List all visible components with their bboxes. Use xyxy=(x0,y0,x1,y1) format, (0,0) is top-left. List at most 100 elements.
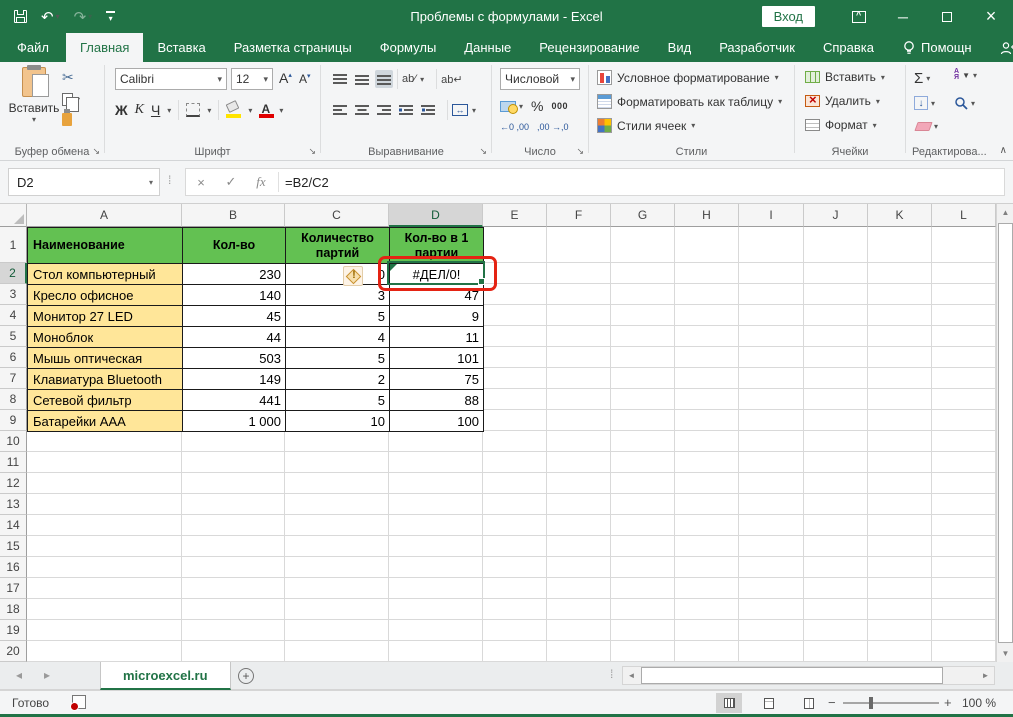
name-box[interactable]: D2▾ xyxy=(8,168,160,196)
formula-bar-grip[interactable]: ⁞ xyxy=(168,173,170,187)
row-header-1[interactable]: 1 xyxy=(0,227,27,263)
zoom-percentage[interactable]: 100 % xyxy=(962,696,996,710)
row-header-4[interactable]: 4 xyxy=(0,305,27,326)
alignment-dialog-launcher[interactable]: ↘ xyxy=(479,146,487,157)
underline-icon[interactable]: Ч xyxy=(151,102,160,118)
orientation-icon[interactable]: ab⁄ xyxy=(402,73,416,85)
align-center-icon[interactable] xyxy=(353,101,371,119)
row-header-18[interactable]: 18 xyxy=(0,599,27,620)
underline-dropdown-icon[interactable]: ▾ xyxy=(167,106,171,115)
conditional-formatting-button[interactable]: Условное форматирование▾ xyxy=(597,70,779,85)
maximize-button[interactable] xyxy=(925,0,969,33)
cell-C8[interactable]: 5 xyxy=(286,390,390,411)
tab-home[interactable]: Главная xyxy=(66,33,143,62)
row-header-14[interactable]: 14 xyxy=(0,515,27,536)
scroll-left-icon[interactable]: ◄ xyxy=(623,667,640,684)
font-dialog-launcher[interactable]: ↘ xyxy=(308,146,316,157)
cell-D9[interactable]: 100 xyxy=(390,411,484,432)
cell-D5[interactable]: 11 xyxy=(390,327,484,348)
tab-share[interactable]: Поделиться xyxy=(986,33,1013,62)
enter-icon[interactable]: ✓ xyxy=(216,174,246,190)
sign-in-button[interactable]: Вход xyxy=(762,6,815,27)
tab-page-layout[interactable]: Разметка страницы xyxy=(220,33,366,62)
column-header-F[interactable]: F xyxy=(547,204,611,227)
column-header-J[interactable]: J xyxy=(804,204,868,227)
row-header-16[interactable]: 16 xyxy=(0,557,27,578)
bold-icon[interactable]: Ж xyxy=(115,102,128,118)
tab-developer[interactable]: Разработчик xyxy=(705,33,809,62)
format-painter-icon[interactable] xyxy=(62,113,72,126)
close-button[interactable]: × xyxy=(969,0,1013,33)
cell-B9[interactable]: 1 000 xyxy=(183,411,286,432)
row-header-13[interactable]: 13 xyxy=(0,494,27,515)
macro-record-icon[interactable] xyxy=(72,695,86,709)
sort-filter-button[interactable]: АЯ ▼ ▾ xyxy=(954,69,977,81)
find-select-button[interactable]: ▾ xyxy=(954,96,975,110)
next-sheet-icon[interactable]: ▸ xyxy=(44,668,50,682)
row-header-11[interactable]: 11 xyxy=(0,452,27,473)
cell-C4[interactable]: 5 xyxy=(286,306,390,327)
horizontal-scrollbar[interactable]: ◄ ► xyxy=(622,666,995,685)
row-header-12[interactable]: 12 xyxy=(0,473,27,494)
column-header-B[interactable]: B xyxy=(182,204,285,227)
borders-icon[interactable] xyxy=(186,103,200,117)
zoom-in-icon[interactable]: + xyxy=(944,695,952,710)
cell-A9[interactable]: Батарейки AAA xyxy=(28,411,183,432)
row-header-15[interactable]: 15 xyxy=(0,536,27,557)
merge-dropdown-icon[interactable]: ▾ xyxy=(472,106,476,115)
normal-view-button[interactable] xyxy=(716,693,742,713)
decrease-font-size-icon[interactable]: А xyxy=(299,72,311,86)
format-cells-button[interactable]: Формат▾ xyxy=(805,118,877,132)
autosum-button[interactable]: Σ▾ xyxy=(914,70,930,87)
align-top-icon[interactable] xyxy=(331,70,349,88)
cell-styles-button[interactable]: Стили ячеек▾ xyxy=(597,118,695,133)
font-color-dropdown-icon[interactable]: ▾ xyxy=(279,106,283,115)
row-header-8[interactable]: 8 xyxy=(0,389,27,410)
page-break-view-button[interactable] xyxy=(796,693,822,713)
cell-D4[interactable]: 9 xyxy=(390,306,484,327)
row-header-20[interactable]: 20 xyxy=(0,641,27,662)
cell-A7[interactable]: Клавиатура Bluetooth xyxy=(28,369,183,390)
row-header-6[interactable]: 6 xyxy=(0,347,27,368)
percent-style-icon[interactable]: % xyxy=(531,98,543,114)
accounting-format-button[interactable]: ▾ xyxy=(500,101,523,112)
column-header-D[interactable]: D xyxy=(389,204,483,227)
orientation-dropdown-icon[interactable]: ▾ xyxy=(420,75,424,84)
cell-C5[interactable]: 4 xyxy=(286,327,390,348)
font-size-dropdown-icon[interactable]: ▾ xyxy=(263,74,268,85)
cell-C2[interactable]: 0 xyxy=(286,264,390,285)
minimize-button[interactable]: ─ xyxy=(881,0,925,33)
decrease-indent-icon[interactable] xyxy=(397,101,415,119)
zoom-slider-handle[interactable] xyxy=(869,697,873,709)
formula-field[interactable]: × ✓ fx =B2/C2 xyxy=(185,168,1005,196)
row-header-19[interactable]: 19 xyxy=(0,620,27,641)
cell-D8[interactable]: 88 xyxy=(390,390,484,411)
fill-color-dropdown-icon[interactable]: ▾ xyxy=(248,106,252,115)
font-size-combo[interactable]: 12▾ xyxy=(231,68,273,90)
column-header-C[interactable]: C xyxy=(285,204,389,227)
column-header-A[interactable]: A xyxy=(27,204,182,227)
header-cell-A1[interactable]: Наименование xyxy=(28,228,183,264)
column-header-E[interactable]: E xyxy=(483,204,547,227)
vertical-scrollbar[interactable]: ▲ ▼ xyxy=(996,204,1013,662)
cell-B5[interactable]: 44 xyxy=(183,327,286,348)
number-format-combo[interactable]: Числовой▾ xyxy=(500,68,580,90)
comma-style-icon[interactable]: 000 xyxy=(551,101,568,111)
scroll-down-icon[interactable]: ▼ xyxy=(997,645,1013,662)
tab-formulas[interactable]: Формулы xyxy=(366,33,451,62)
column-header-K[interactable]: K xyxy=(868,204,932,227)
align-bottom-icon[interactable] xyxy=(375,70,393,88)
cell-B4[interactable]: 45 xyxy=(183,306,286,327)
add-sheet-button[interactable]: + xyxy=(238,668,254,684)
row-header-10[interactable]: 10 xyxy=(0,431,27,452)
align-left-icon[interactable] xyxy=(331,101,349,119)
cancel-icon[interactable]: × xyxy=(186,175,216,190)
cell-C7[interactable]: 2 xyxy=(286,369,390,390)
cut-icon[interactable]: ✂ xyxy=(62,69,74,86)
sheetbar-splitter[interactable]: ⁞ xyxy=(610,667,613,681)
header-cell-C1[interactable]: Количество партий xyxy=(286,228,390,264)
copy-button[interactable]: ▾ xyxy=(62,93,80,106)
cell-C9[interactable]: 10 xyxy=(286,411,390,432)
tab-file[interactable]: Файл xyxy=(0,33,66,62)
cell-B8[interactable]: 441 xyxy=(183,390,286,411)
